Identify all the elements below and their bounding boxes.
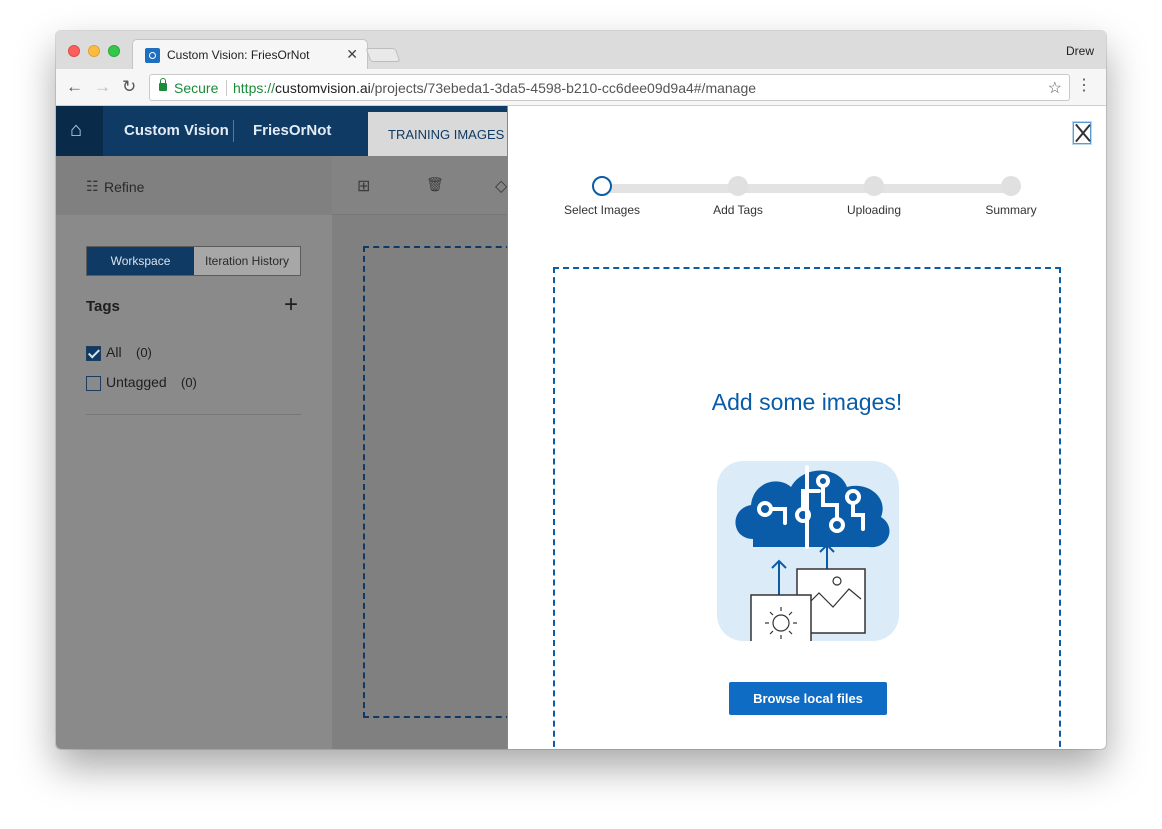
url-separator bbox=[226, 80, 227, 96]
address-bar[interactable]: Secure https://customvision.ai/projects/… bbox=[149, 74, 1070, 101]
sidebar-divider bbox=[86, 414, 301, 415]
url-scheme: https:// bbox=[233, 80, 276, 96]
reload-icon[interactable]: ↻ bbox=[122, 78, 136, 95]
browser-toolbar: ← → ↻ Secure https://customvision.ai/pro… bbox=[56, 69, 1106, 106]
forward-arrow-icon[interactable]: → bbox=[94, 78, 111, 95]
tag-untagged-checkbox[interactable] bbox=[86, 376, 101, 391]
tags-heading: Tags bbox=[86, 298, 120, 315]
new-tab-button[interactable] bbox=[365, 48, 401, 62]
url-path: /projects/73ebeda1-3da5-4598-b210-cc6dee… bbox=[370, 80, 757, 96]
drop-zone-title: Add some images! bbox=[711, 389, 903, 415]
step-dot-select-images bbox=[592, 176, 612, 196]
delete-icon[interactable]: 🗑 bbox=[426, 176, 444, 193]
minimize-window-button[interactable] bbox=[88, 45, 100, 57]
tag-all-label[interactable]: All bbox=[106, 344, 122, 360]
tag-all-checkbox[interactable] bbox=[86, 346, 101, 361]
browse-local-files-button[interactable]: Browse local files bbox=[729, 682, 887, 715]
refine-button[interactable]: ☷ Refine bbox=[56, 156, 332, 215]
url-text[interactable]: https://customvision.ai/projects/73ebeda… bbox=[233, 80, 756, 96]
tab-close-icon[interactable]: ✕ bbox=[346, 46, 358, 63]
add-tag-icon[interactable]: + bbox=[284, 291, 298, 319]
back-arrow-icon[interactable]: ← bbox=[66, 78, 83, 95]
tag-untagged-label[interactable]: Untagged bbox=[106, 374, 167, 390]
filter-sliders-icon: ☷ bbox=[86, 178, 99, 194]
url-host: customvision.ai bbox=[275, 80, 371, 96]
step-dot-uploading bbox=[864, 176, 884, 196]
home-icon: ⌂ bbox=[70, 119, 83, 141]
step-label-uploading: Uploading bbox=[846, 203, 902, 217]
step-dot-add-tags bbox=[728, 176, 748, 196]
progress-track bbox=[602, 184, 1012, 193]
tag-icon[interactable]: ◇ bbox=[495, 176, 507, 196]
upload-panel: Select Images Add Tags Uploading Summary… bbox=[507, 106, 1106, 749]
profile-name[interactable]: Drew bbox=[1066, 44, 1094, 58]
upload-illustration-icon bbox=[717, 461, 899, 641]
lock-icon bbox=[159, 78, 167, 91]
tab-training-images-label: TRAINING IMAGES bbox=[388, 127, 505, 142]
home-button[interactable]: ⌂ bbox=[56, 106, 103, 156]
tag-all-count: (0) bbox=[136, 345, 152, 360]
workspace-tab[interactable]: Workspace bbox=[87, 247, 194, 275]
browser-window: Custom Vision: FriesOrNot ✕ Drew ← → ↻ S… bbox=[56, 31, 1106, 749]
step-label-add-tags: Add Tags bbox=[713, 203, 763, 217]
tab-title: Custom Vision: FriesOrNot bbox=[167, 48, 310, 62]
bookmark-star-icon[interactable]: ☆ bbox=[1048, 78, 1062, 98]
step-dot-summary bbox=[1001, 176, 1021, 196]
step-label-summary: Summary bbox=[985, 203, 1037, 217]
brand-name[interactable]: Custom Vision bbox=[124, 122, 229, 139]
browser-tab[interactable]: Custom Vision: FriesOrNot ✕ bbox=[132, 39, 368, 69]
secure-label: Secure bbox=[174, 80, 219, 96]
tag-untagged-count: (0) bbox=[181, 375, 197, 390]
image-drop-zone[interactable]: Add some images! Browse local files bbox=[553, 267, 1061, 749]
tab-strip: Custom Vision: FriesOrNot ✕ Drew bbox=[56, 31, 1106, 69]
custom-vision-favicon-icon bbox=[145, 48, 160, 63]
step-label-select-images: Select Images bbox=[563, 203, 641, 217]
iteration-history-tab[interactable]: Iteration History bbox=[194, 247, 300, 275]
sidebar: ☷ Refine Workspace Iteration History Tag… bbox=[56, 156, 332, 749]
close-window-button[interactable] bbox=[68, 45, 80, 57]
refine-label: Refine bbox=[104, 179, 145, 195]
header-divider bbox=[233, 120, 234, 142]
project-name[interactable]: FriesOrNot bbox=[253, 122, 331, 139]
add-images-icon[interactable]: ⊞ bbox=[357, 176, 370, 196]
browser-menu-icon[interactable]: ⋮ bbox=[1076, 78, 1092, 94]
zoom-window-button[interactable] bbox=[108, 45, 120, 57]
view-toggle: Workspace Iteration History bbox=[86, 246, 301, 276]
page-viewport: ⌂ Custom Vision FriesOrNot TRAINING IMAG… bbox=[56, 106, 1106, 749]
close-panel-button[interactable] bbox=[1073, 122, 1091, 144]
